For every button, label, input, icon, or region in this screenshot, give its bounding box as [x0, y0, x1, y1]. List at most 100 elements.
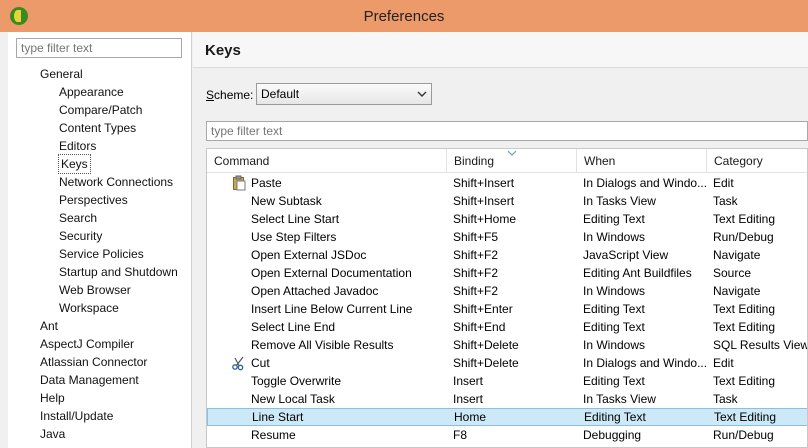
column-header-command[interactable]: Command [207, 149, 447, 173]
table-row[interactable]: Select Line Start Shift+Home Editing Text T… [207, 210, 807, 228]
tree-item-install-update[interactable]: Install/Update [40, 407, 113, 425]
column-header-category[interactable]: Category [707, 149, 807, 173]
command-cell: Use Step Filters [251, 230, 337, 244]
when-cell: Editing Text [583, 302, 645, 316]
category-cell: Text Editing [713, 212, 776, 226]
command-cell: New Subtask [251, 194, 322, 208]
when-cell: In Windows [583, 230, 646, 244]
tree-item-network-connections[interactable]: Network Connections [59, 173, 173, 191]
binding-cell: Shift+F2 [453, 248, 499, 262]
command-cell: Cut [251, 356, 270, 370]
command-cell: Paste [251, 176, 282, 190]
tree-item-security[interactable]: Security [59, 227, 102, 245]
table-row[interactable]: Resume F8 Debugging Run/Debug [207, 426, 807, 444]
binding-cell: Shift+Home [453, 212, 517, 226]
binding-cell: Shift+F2 [453, 266, 499, 280]
category-cell: Text Editing [714, 410, 777, 424]
scheme-mnemonic: S [206, 88, 215, 102]
category-cell: Run/Debug [713, 428, 774, 442]
binding-cell: Shift+Enter [453, 302, 513, 316]
table-header: Command Binding When Category [207, 149, 807, 173]
binding-cell: Shift+End [453, 320, 506, 334]
binding-cell: Home [454, 410, 487, 424]
scheme-label: Scheme: [206, 88, 253, 102]
keys-filter-input[interactable] [206, 121, 808, 141]
tree-item-search[interactable]: Search [59, 209, 97, 227]
table-row[interactable]: Open Attached Javadoc Shift+F2 In Windows N… [207, 282, 807, 300]
category-cell: Edit [713, 176, 734, 190]
table-row[interactable]: Open External Documentation Shift+F2 Editi… [207, 264, 807, 282]
command-cell: Line Start [252, 410, 304, 424]
chevron-down-icon [417, 91, 427, 97]
command-cell: Select Line End [251, 320, 336, 334]
command-cell: Open External JSDoc [251, 248, 367, 262]
table-row[interactable]: Insert Line Below Current Line Shift+Ente… [207, 300, 807, 318]
category-cell: Text Editing [713, 320, 776, 334]
tree-item-service-policies[interactable]: Service Policies [59, 245, 144, 263]
table-row[interactable]: Paste Shift+Insert In Dialogs and Windo...… [207, 174, 807, 192]
tree-item-workspace[interactable]: Workspace [59, 299, 119, 317]
when-cell: In Tasks View [583, 392, 656, 406]
table-row[interactable]: Use Step Filters Shift+F5 In Windows Run/De… [207, 228, 807, 246]
tree-item-compare-patch[interactable]: Compare/Patch [59, 101, 142, 119]
table-row[interactable]: Select Line End Shift+End Editing Text Text… [207, 318, 807, 336]
binding-cell: Shift+Insert [453, 194, 515, 208]
table-row[interactable]: New Local Task Insert In Tasks View Task [207, 390, 807, 408]
command-cell: Remove All Visible Results [251, 338, 394, 352]
binding-cell: Shift+F5 [453, 230, 499, 244]
tree-item-data-management[interactable]: Data Management [40, 371, 139, 389]
when-cell: In Tasks View [583, 194, 656, 208]
when-cell: In Windows [583, 338, 646, 352]
tree-item-web-browser[interactable]: Web Browser [59, 281, 131, 299]
when-cell: Editing Text [584, 410, 646, 424]
binding-cell: Insert [453, 392, 484, 406]
command-cell: Open Attached Javadoc [251, 284, 379, 298]
binding-cell: F8 [453, 428, 468, 442]
tree-item-general[interactable]: General [40, 65, 83, 83]
when-cell: In Dialogs and Windo... [583, 356, 707, 370]
keys-page: Keys Scheme: Default Command Binding Whe… [193, 32, 808, 448]
command-cell: Open External Documentation [251, 266, 412, 280]
page-title: Keys [205, 42, 241, 59]
tree-item-appearance[interactable]: Appearance [59, 83, 124, 101]
tree-item-keys[interactable]: Keys [58, 154, 91, 174]
tree-item-perspectives[interactable]: Perspectives [59, 191, 128, 209]
paste-icon [231, 175, 247, 191]
binding-cell: Shift+Delete [453, 338, 519, 352]
table-row[interactable]: Line Start Home Editing Text Text Editing [207, 408, 807, 426]
table-row[interactable]: Cut Shift+Delete In Dialogs and Windo... Ed… [207, 354, 807, 372]
page-header: Keys [193, 32, 808, 68]
tree-item-editors[interactable]: Editors [59, 137, 96, 155]
tree-item-java[interactable]: Java [40, 425, 65, 443]
category-cell: Run/Debug [713, 230, 774, 244]
when-cell: In Dialogs and Windo... [583, 176, 707, 190]
sort-ascending-icon [507, 150, 517, 156]
when-cell: Editing Text [583, 374, 645, 388]
scheme-value: Default [261, 87, 300, 101]
tree-item-atlassian-connector[interactable]: Atlassian Connector [40, 353, 147, 371]
table-row[interactable]: Open External JSDoc Shift+F2 JavaScript Vi… [207, 246, 807, 264]
table-row[interactable]: Remove All Visible Results Shift+Delete In… [207, 336, 807, 354]
column-header-when[interactable]: When [577, 149, 707, 173]
when-cell: Editing Text [583, 212, 645, 226]
tree-item-startup-and-shutdown[interactable]: Startup and Shutdown [59, 263, 178, 281]
tree-item-help[interactable]: Help [40, 389, 65, 407]
tree-filter-input[interactable] [16, 38, 182, 58]
command-cell: New Local Task [251, 392, 335, 406]
when-cell: Debugging [583, 428, 642, 442]
table-row[interactable]: Toggle Overwrite Insert Editing Text Text E… [207, 372, 807, 390]
category-cell: Edit [713, 356, 734, 370]
scheme-label-text: cheme: [214, 88, 254, 102]
table-row[interactable]: New Subtask Shift+Insert In Tasks View Task [207, 192, 807, 210]
binding-cell: Shift+Insert [453, 176, 515, 190]
category-cell: Source [713, 266, 752, 280]
tree-item-ant[interactable]: Ant [40, 317, 58, 335]
command-cell: Resume [251, 428, 296, 442]
category-cell: Text Editing [713, 302, 776, 316]
scheme-select[interactable]: Default [256, 83, 432, 105]
command-cell: Select Line Start [251, 212, 340, 226]
tree-item-content-types[interactable]: Content Types [59, 119, 136, 137]
category-cell: Task [713, 392, 738, 406]
tree-item-aspectj-compiler[interactable]: AspectJ Compiler [40, 335, 134, 353]
category-cell: Navigate [713, 248, 761, 262]
